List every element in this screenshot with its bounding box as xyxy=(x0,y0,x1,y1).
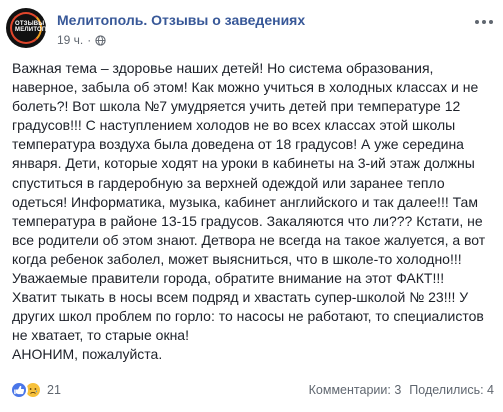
avatar-logo-text: ОТЗЫВЫ МЕЛИТОПОЛЬ xyxy=(15,21,46,33)
dot xyxy=(475,20,479,24)
like-icon xyxy=(10,381,28,399)
post-timestamp[interactable]: 19 ч. xyxy=(57,33,83,47)
reaction-count: 21 xyxy=(47,383,61,397)
post-meta: 19 ч. · xyxy=(57,33,106,47)
globe-icon[interactable] xyxy=(95,34,106,46)
dot xyxy=(489,20,493,24)
reactions-summary[interactable]: 21 xyxy=(10,381,61,399)
meta-separator: · xyxy=(87,33,92,47)
post-header: ОТЗЫВЫ МЕЛИТОПОЛЬ Мелитополь. Отзывы о з… xyxy=(6,6,496,52)
shares-count-link[interactable]: Поделились: 4 xyxy=(409,383,494,397)
post-footer: 21 Комментарии: 3 Поделились: 4 xyxy=(10,378,494,402)
dot xyxy=(482,20,486,24)
post-body-text: Важная тема – здоровье наших детей! Но с… xyxy=(12,60,486,363)
page-name-link[interactable]: Мелитополь. Отзывы о заведениях xyxy=(57,12,305,28)
facebook-post: ОТЗЫВЫ МЕЛИТОПОЛЬ Мелитополь. Отзывы о з… xyxy=(0,0,503,412)
page-avatar[interactable]: ОТЗЫВЫ МЕЛИТОПОЛЬ xyxy=(6,8,46,48)
post-stats: Комментарии: 3 Поделились: 4 xyxy=(309,383,494,397)
comments-count-link[interactable]: Комментарии: 3 xyxy=(309,383,402,397)
post-options-button[interactable] xyxy=(474,14,494,30)
